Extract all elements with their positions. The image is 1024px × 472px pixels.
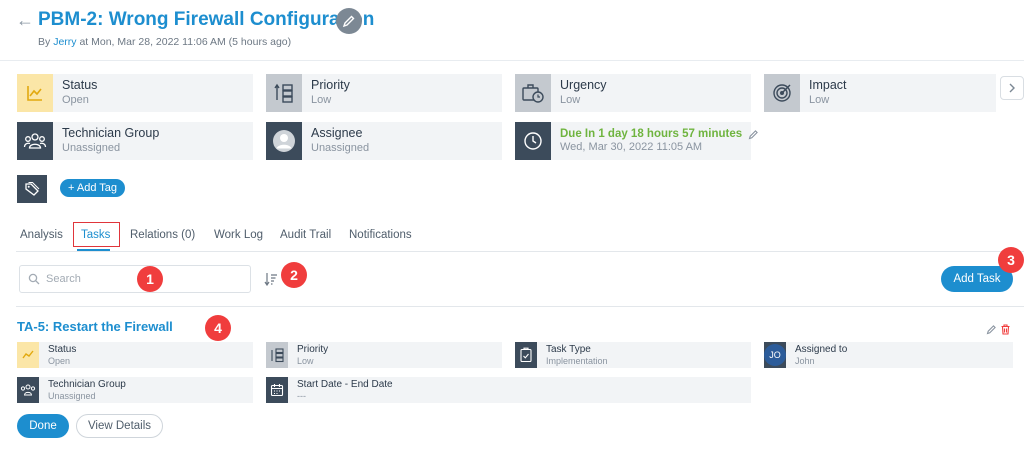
tab-highlight-box	[73, 222, 120, 247]
task-technician-group-label: Technician Group	[48, 379, 126, 391]
task-priority-label: Priority	[297, 344, 329, 356]
chevron-right-icon	[1009, 83, 1015, 93]
chart-line-icon	[17, 74, 53, 112]
task-dates-label: Start Date - End Date	[297, 379, 393, 391]
status-value: Open	[62, 93, 89, 106]
task-assigned-to-label: Assigned to	[795, 344, 848, 356]
pencil-icon	[342, 15, 355, 28]
task-dates-value: ---	[297, 390, 306, 401]
target-icon	[764, 74, 800, 112]
impact-value: Low	[809, 93, 830, 106]
clipboard-check-icon	[515, 342, 537, 368]
tag-icon	[17, 175, 47, 203]
task-dates-field: Start Date - End Date ---	[266, 377, 751, 403]
technician-group-card[interactable]: Technician Group Unassigned	[17, 122, 253, 160]
divider	[0, 60, 1024, 61]
avatar-initials: JO	[764, 344, 786, 366]
user-avatar-icon	[266, 122, 302, 160]
priority-card[interactable]: Priority Low	[266, 74, 502, 112]
priority-icon	[266, 342, 288, 368]
task-technician-group-field: Technician Group Unassigned	[17, 377, 253, 403]
task-technician-group-value: Unassigned	[48, 390, 96, 401]
tab-notifications[interactable]: Notifications	[349, 229, 412, 241]
due-date-value: Wed, Mar 30, 2022 11:05 AM	[560, 141, 703, 154]
chart-line-icon	[17, 342, 39, 368]
technician-group-value: Unassigned	[62, 141, 121, 154]
edit-due-pencil-icon[interactable]	[748, 129, 759, 140]
status-card[interactable]: Status Open	[17, 74, 253, 112]
meta-suffix: at Mon, Mar 28, 2022 11:06 AM (5 hours a…	[79, 36, 292, 48]
task-actions	[986, 324, 1011, 335]
task-type-value: Implementation	[546, 355, 608, 366]
briefcase-clock-icon	[515, 74, 551, 112]
impact-card[interactable]: Impact Low	[764, 74, 996, 112]
urgency-label: Urgency	[560, 78, 607, 93]
task-status-field: Status Open	[17, 342, 253, 368]
task-status-label: Status	[48, 344, 77, 356]
tab-analysis[interactable]: Analysis	[20, 229, 63, 241]
impact-label: Impact	[809, 78, 847, 93]
author-link[interactable]: Jerry	[53, 36, 76, 48]
edit-title-button[interactable]	[336, 8, 362, 34]
group-icon	[17, 122, 53, 160]
due-card[interactable]: Due In 1 day 18 hours 57 minutes Wed, Ma…	[515, 122, 759, 160]
created-meta: By Jerry at Mon, Mar 28, 2022 11:06 AM (…	[38, 36, 291, 48]
next-cards-button[interactable]	[1000, 76, 1024, 100]
search-input[interactable]: Search	[19, 265, 251, 293]
edit-task-pencil-icon[interactable]	[986, 324, 997, 335]
priority-label: Priority	[311, 78, 350, 93]
urgency-value: Low	[560, 93, 581, 106]
divider	[16, 306, 1024, 307]
task-priority-value: Low	[297, 355, 314, 366]
view-details-button[interactable]: View Details	[76, 414, 163, 438]
meta-prefix: By	[38, 36, 51, 48]
task-assigned-to-field: JO Assigned to John	[764, 342, 1013, 368]
tab-audit-trail[interactable]: Audit Trail	[280, 229, 331, 241]
tab-work-log[interactable]: Work Log	[214, 229, 263, 241]
task-priority-field: Priority Low	[266, 342, 502, 368]
assignee-value: Unassigned	[311, 141, 370, 154]
back-arrow-icon[interactable]: ←	[16, 10, 34, 31]
search-placeholder: Search	[46, 273, 81, 285]
task-type-label: Task Type	[546, 344, 591, 356]
callout-badge-2: 2	[281, 262, 307, 288]
task-title-link[interactable]: TA-5: Restart the Firewall	[17, 319, 173, 334]
assignee-card[interactable]: Assignee Unassigned	[266, 122, 502, 160]
group-icon	[17, 377, 39, 403]
urgency-card[interactable]: Urgency Low	[515, 74, 751, 112]
add-tag-button[interactable]: + Add Tag	[60, 179, 126, 197]
due-in-label: Due In 1 day 18 hours 57 minutes	[560, 127, 743, 140]
done-button[interactable]: Done	[17, 414, 69, 438]
sort-icon[interactable]	[264, 272, 278, 291]
callout-badge-4: 4	[205, 315, 231, 341]
clock-icon	[515, 122, 551, 160]
tab-relations[interactable]: Relations (0)	[130, 229, 195, 241]
assignee-avatar: JO	[764, 342, 786, 368]
priority-value: Low	[311, 93, 332, 106]
task-assigned-to-value: John	[795, 355, 815, 366]
search-icon	[28, 273, 40, 285]
callout-badge-1: 1	[137, 266, 163, 292]
callout-badge-3: 3	[998, 247, 1024, 273]
priority-icon	[266, 74, 302, 112]
task-type-field: Task Type Implementation	[515, 342, 751, 368]
page-title: PBM-2: Wrong Firewall Configuration	[38, 9, 375, 30]
calendar-icon	[266, 377, 288, 403]
divider	[16, 251, 1024, 252]
task-status-value: Open	[48, 355, 71, 366]
technician-group-label: Technician Group	[62, 126, 160, 141]
status-label: Status	[62, 78, 98, 93]
delete-task-trash-icon[interactable]	[1000, 324, 1011, 335]
assignee-label: Assignee	[311, 126, 363, 141]
